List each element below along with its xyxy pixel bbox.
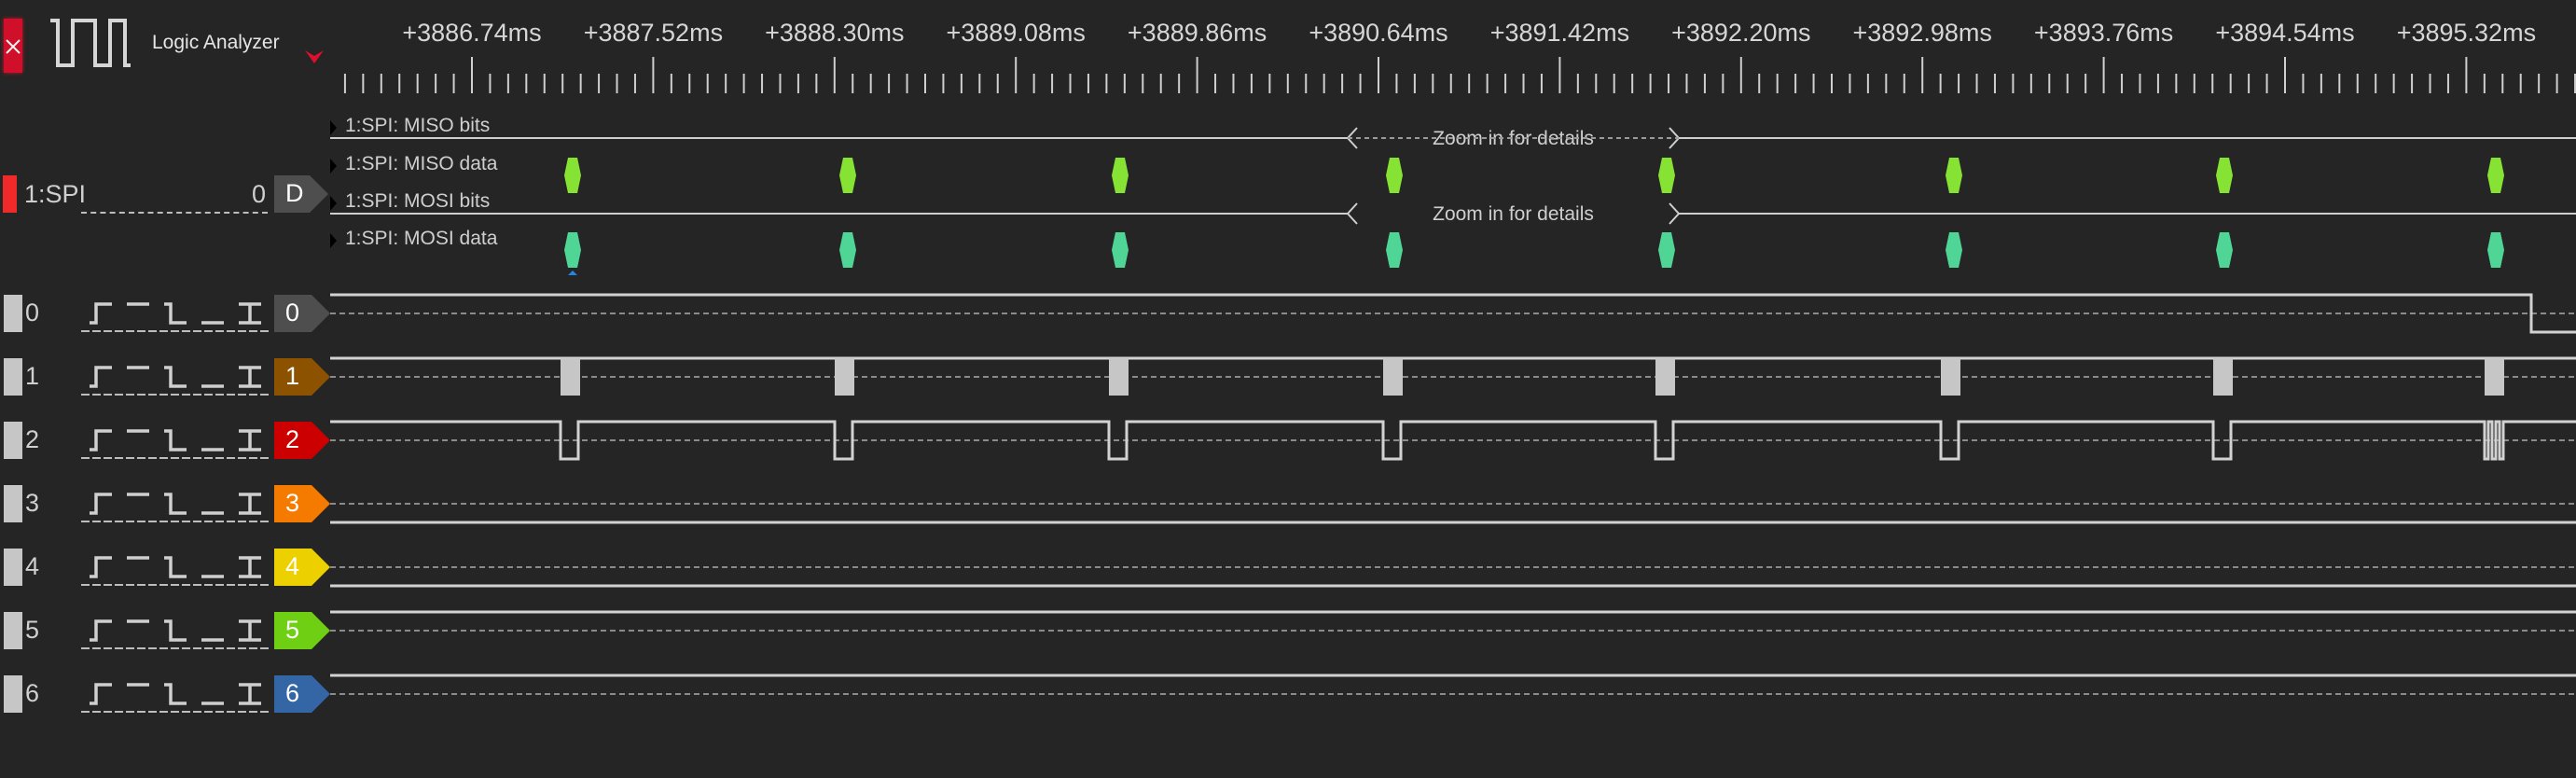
spi-decoder-canvas — [330, 127, 2576, 275]
data-frame-marker — [1386, 232, 1403, 268]
waveform-canvas — [330, 293, 2576, 695]
transition-burst — [2213, 358, 2233, 396]
transition-burst — [2485, 358, 2504, 396]
transition-burst — [1941, 358, 1960, 396]
data-frame-marker — [839, 158, 856, 193]
data-frame-marker — [2487, 158, 2504, 193]
transition-burst — [1655, 358, 1675, 396]
transition-burst — [561, 358, 580, 396]
zoom-bracket-right — [1669, 202, 1681, 225]
data-frame-marker — [1658, 232, 1675, 268]
transition-burst — [835, 358, 854, 396]
data-frame-marker — [2216, 232, 2233, 268]
data-frame-marker — [564, 158, 581, 193]
data-frame-marker — [2487, 232, 2504, 268]
transition-burst — [1383, 358, 1403, 396]
data-frame-marker — [1112, 232, 1129, 268]
transition-burst — [1109, 358, 1129, 396]
data-frame-marker — [1946, 232, 1962, 268]
data-frame-marker — [839, 232, 856, 268]
data-frame-marker — [2216, 158, 2233, 193]
data-frame-marker — [1946, 158, 1962, 193]
data-frame-marker — [1112, 158, 1129, 193]
data-frame-marker — [1658, 158, 1675, 193]
zoom-bracket-left — [1346, 202, 1358, 225]
data-frame-marker — [564, 232, 581, 268]
data-frame-marker — [1386, 158, 1403, 193]
